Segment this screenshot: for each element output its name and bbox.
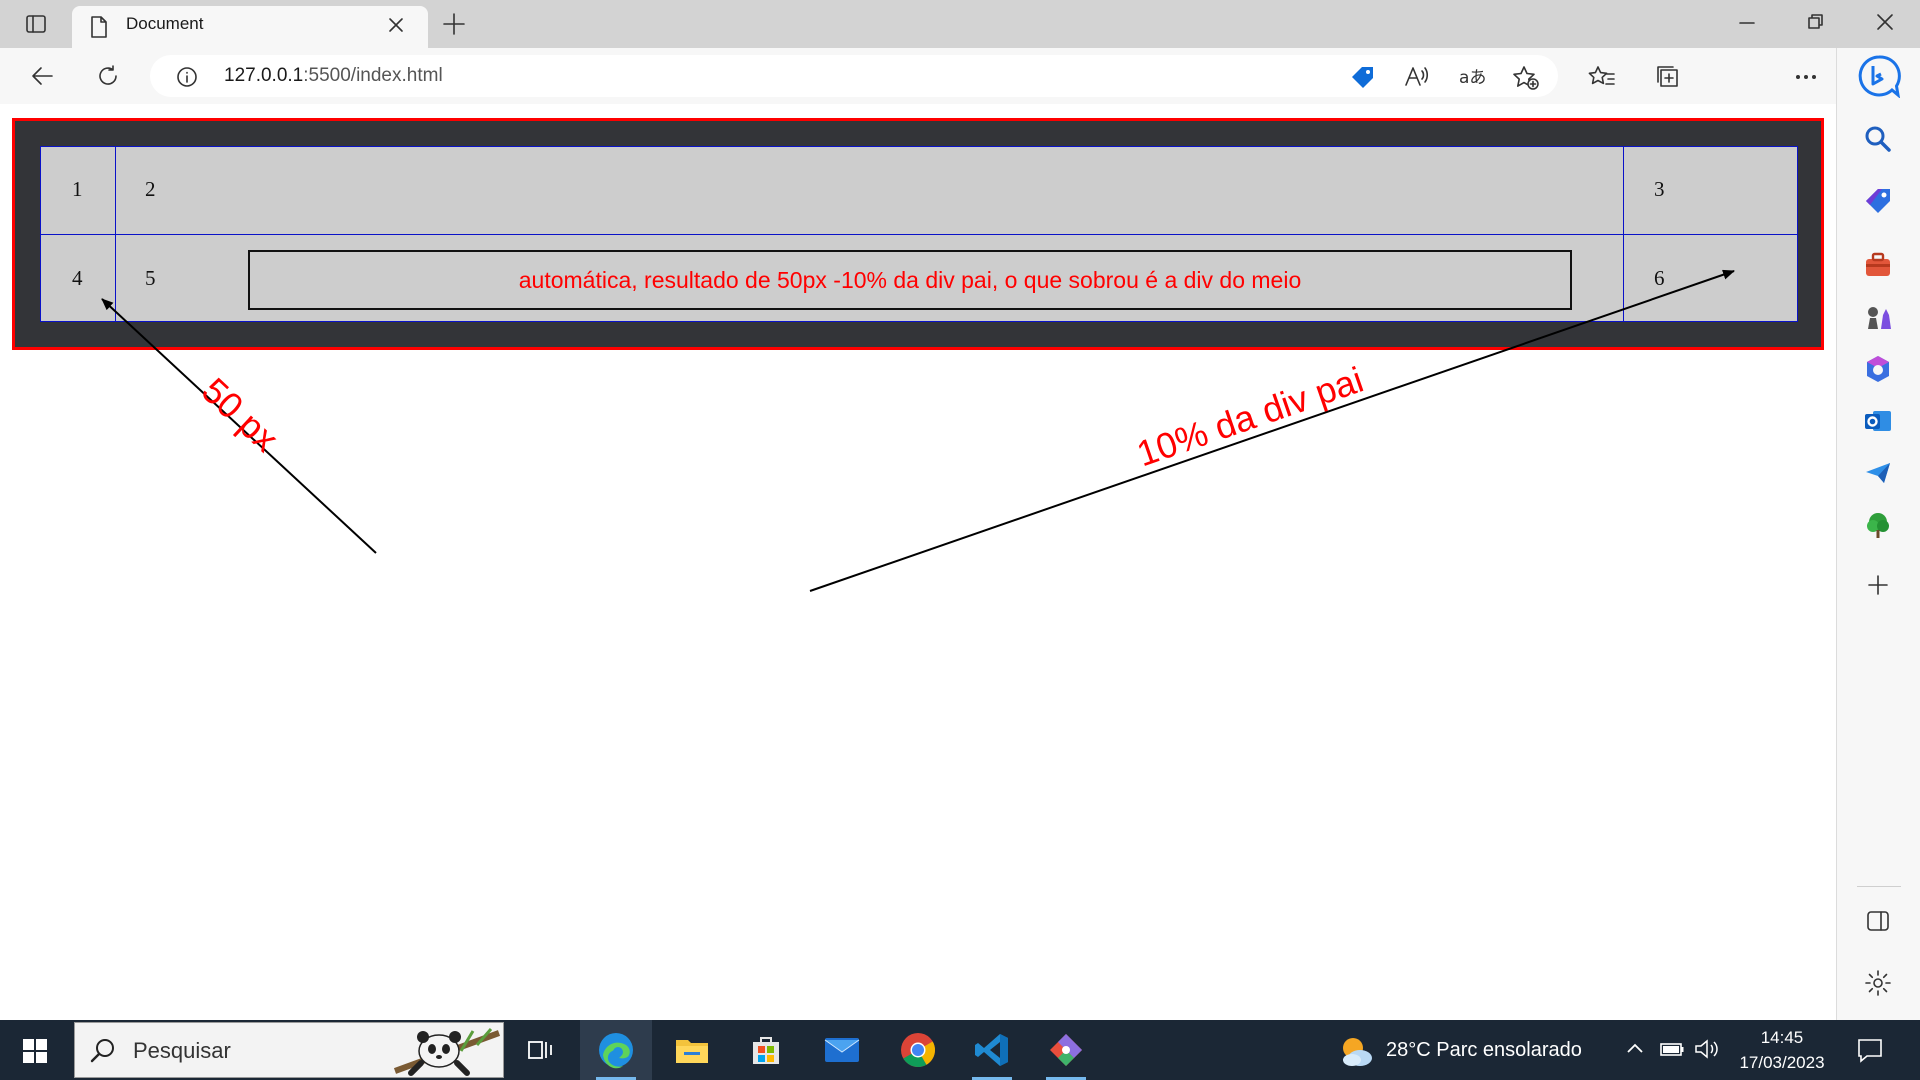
tools-briefcase-icon[interactable] — [1863, 250, 1893, 280]
windows-taskbar: Pesquisar 28°C Parc ensolarado 14:45 17/… — [0, 1020, 1920, 1080]
tab-title: Document — [126, 14, 204, 33]
tree-icon[interactable] — [1863, 510, 1893, 540]
reload-icon[interactable] — [96, 64, 120, 88]
collections-icon[interactable] — [1654, 64, 1682, 90]
weather-partly-sunny-icon[interactable] — [1338, 1034, 1374, 1068]
store-icon — [753, 1037, 779, 1064]
windows-start-icon[interactable] — [22, 1038, 48, 1064]
clock-date: 17/03/2023 — [1739, 1053, 1825, 1072]
taskbar-edge[interactable] — [580, 1020, 652, 1080]
git-app-icon — [1050, 1034, 1082, 1066]
tab-actions-button[interactable] — [16, 10, 56, 38]
favorites-icon[interactable] — [1588, 64, 1616, 90]
tab-strip: Document — [0, 0, 1920, 48]
taskbar-search-box[interactable]: Pesquisar — [74, 1022, 504, 1078]
svg-text:aあ: aあ — [1459, 68, 1486, 88]
restore-icon[interactable] — [1806, 12, 1824, 32]
folder-icon — [676, 1040, 708, 1063]
task-view-button[interactable] — [504, 1020, 576, 1080]
games-chess-icon[interactable] — [1863, 302, 1893, 332]
search-icon — [90, 1039, 114, 1063]
taskbar-git-app[interactable] — [1030, 1020, 1102, 1080]
navigation-toolbar: 127.0.0.1:5500/index.html aあ — [0, 48, 1836, 142]
add-sidebar-app-icon[interactable] — [1863, 570, 1893, 600]
edge-icon — [599, 1033, 633, 1069]
search-placeholder: Pesquisar — [133, 1038, 231, 1063]
sidebar-divider — [1857, 886, 1901, 887]
back-arrow-icon[interactable] — [30, 65, 54, 87]
annotation-arrows — [101, 269, 1735, 592]
bing-chat-icon[interactable] — [1857, 54, 1901, 98]
page-content: 1 2 3 4 5 6 automática, resultado de 50p… — [0, 104, 1836, 1020]
sidebar-settings-icon[interactable] — [1863, 968, 1893, 998]
task-view-icon — [528, 1041, 552, 1059]
drop-send-icon[interactable] — [1863, 458, 1893, 488]
more-options-icon[interactable] — [1792, 64, 1820, 90]
taskbar-chrome[interactable] — [882, 1020, 954, 1080]
system-clock[interactable]: 14:45 17/03/2023 — [1718, 1025, 1846, 1075]
weather-text[interactable]: 28°C Parc ensolarado — [1386, 1020, 1582, 1080]
chrome-icon — [901, 1033, 935, 1067]
tab-document[interactable]: Document — [72, 6, 428, 48]
mail-icon — [824, 1038, 860, 1062]
taskbar-vscode[interactable] — [956, 1020, 1028, 1080]
address-bar[interactable]: 127.0.0.1:5500/index.html aあ — [150, 55, 1558, 97]
volume-icon[interactable] — [1694, 1038, 1720, 1060]
clock-time: 14:45 — [1760, 1028, 1804, 1047]
read-aloud-icon[interactable] — [1404, 65, 1430, 89]
new-tab-icon[interactable] — [442, 12, 466, 36]
panda-illustration-icon — [393, 1028, 501, 1076]
hide-sidebar-icon[interactable] — [1863, 906, 1893, 936]
close-tab-icon[interactable] — [388, 17, 404, 33]
shopping-tag-icon[interactable] — [1863, 186, 1893, 216]
taskbar-file-explorer[interactable] — [656, 1020, 728, 1080]
close-window-icon[interactable] — [1876, 12, 1894, 32]
site-info-icon[interactable] — [176, 66, 198, 88]
notification-center-icon[interactable] — [1856, 1036, 1884, 1064]
taskbar-microsoft-store[interactable] — [730, 1020, 802, 1080]
microsoft-365-icon[interactable] — [1863, 354, 1893, 384]
translate-icon[interactable]: aあ — [1458, 65, 1486, 89]
minimize-icon[interactable] — [1738, 12, 1756, 32]
taskbar-mail[interactable] — [806, 1020, 878, 1080]
sidebar-search-icon[interactable] — [1863, 124, 1893, 154]
vscode-icon — [975, 1034, 1008, 1066]
page-icon — [91, 16, 107, 38]
tab-actions-icon — [26, 15, 46, 33]
edge-sidebar — [1836, 48, 1920, 1020]
coupon-tag-icon[interactable] — [1350, 65, 1376, 89]
outlook-icon[interactable] — [1863, 406, 1893, 436]
add-favorite-icon[interactable] — [1512, 65, 1540, 91]
url-text[interactable]: 127.0.0.1:5500/index.html — [224, 55, 443, 97]
show-hidden-icons-chevron-icon[interactable] — [1624, 1038, 1646, 1060]
battery-icon[interactable] — [1658, 1038, 1686, 1060]
